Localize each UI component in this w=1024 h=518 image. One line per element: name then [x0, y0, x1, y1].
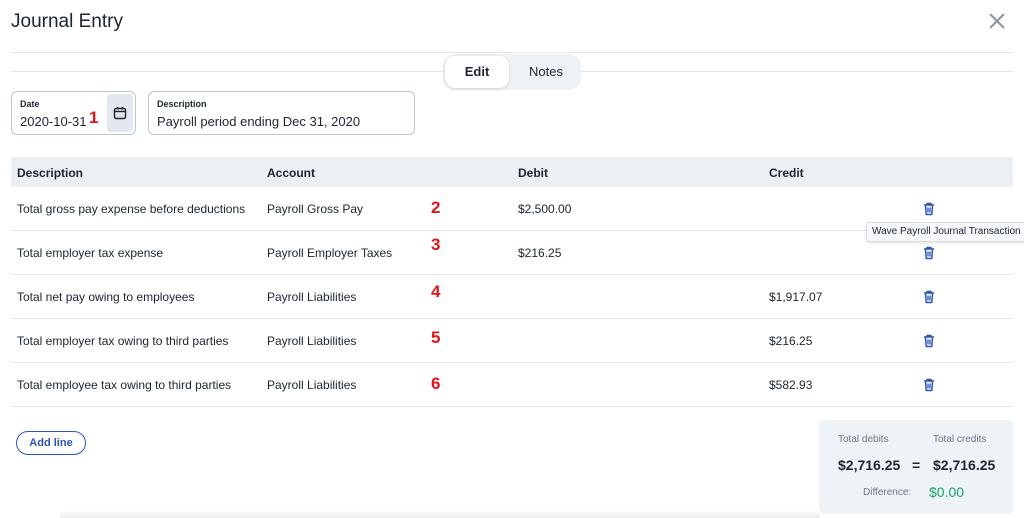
- tab-bar: Edit Notes: [443, 54, 581, 90]
- page-title: Journal Entry: [11, 11, 123, 32]
- description-field[interactable]: Description Payroll period ending Dec 31…: [148, 91, 415, 135]
- row-credit[interactable]: $582.93: [769, 378, 812, 392]
- table-header: Description Account Debit Credit: [11, 157, 1013, 187]
- row-credit[interactable]: $1,917.07: [769, 290, 822, 304]
- header-divider: [11, 52, 1013, 53]
- calendar-button[interactable]: [107, 94, 133, 132]
- add-line-button[interactable]: Add line: [16, 431, 86, 455]
- row-description[interactable]: Total net pay owing to employees: [17, 290, 262, 304]
- column-header-description: Description: [17, 166, 84, 180]
- row-account[interactable]: Payroll Employer Taxes: [267, 246, 427, 260]
- equals-sign: =: [912, 457, 921, 473]
- trash-icon[interactable]: [921, 201, 937, 217]
- table-row: Total net pay owing to employees Payroll…: [11, 275, 1013, 319]
- date-value[interactable]: 2020-10-31: [20, 114, 87, 129]
- difference-label: Difference:: [863, 487, 912, 498]
- table-row: Total employee tax owing to third partie…: [11, 363, 1013, 407]
- table-row: Total employer tax owing to third partie…: [11, 319, 1013, 363]
- column-header-debit: Debit: [518, 166, 548, 180]
- trash-icon[interactable]: [921, 377, 937, 393]
- tooltip: Wave Payroll Journal Transaction: [866, 222, 1024, 242]
- table-row: Total employer tax expense Payroll Emplo…: [11, 231, 1013, 275]
- difference-value: $0.00: [929, 484, 965, 500]
- row-account[interactable]: Payroll Liabilities: [267, 290, 427, 304]
- description-value[interactable]: Payroll period ending Dec 31, 2020: [157, 114, 360, 129]
- column-header-credit: Credit: [769, 166, 804, 180]
- description-label: Description: [157, 99, 207, 109]
- totals-panel: Total debits Total credits $2,716.25 = $…: [819, 420, 1013, 514]
- trash-icon[interactable]: [921, 333, 937, 349]
- total-credits-value: $2,716.25: [933, 457, 996, 473]
- row-account[interactable]: Payroll Gross Pay: [267, 202, 427, 216]
- date-label: Date: [20, 99, 40, 109]
- trash-icon[interactable]: [921, 289, 937, 305]
- row-description[interactable]: Total gross pay expense before deduction…: [17, 202, 262, 216]
- close-icon[interactable]: [985, 9, 1009, 33]
- marker-1: 1: [89, 108, 99, 127]
- trash-icon[interactable]: [921, 245, 937, 261]
- row-account[interactable]: Payroll Liabilities: [267, 334, 427, 348]
- total-credits-label: Total credits: [933, 434, 987, 445]
- table-row: Total gross pay expense before deduction…: [11, 187, 1013, 231]
- marker-4: 4: [431, 282, 441, 301]
- date-field[interactable]: Date 2020-10-31: [11, 91, 136, 135]
- row-debit[interactable]: $216.25: [518, 246, 561, 260]
- calendar-icon: [113, 107, 127, 120]
- marker-6: 6: [431, 374, 441, 393]
- marker-2: 2: [431, 198, 441, 217]
- row-description[interactable]: Total employer tax expense: [17, 246, 262, 260]
- bottom-shadow: [60, 510, 820, 518]
- row-debit[interactable]: $2,500.00: [518, 202, 571, 216]
- total-debits-value: $2,716.25: [838, 457, 901, 473]
- modal-header: Journal Entry: [0, 0, 1024, 44]
- total-debits-label: Total debits: [838, 434, 889, 445]
- tab-edit[interactable]: Edit: [445, 56, 509, 88]
- marker-5: 5: [431, 328, 441, 347]
- row-credit[interactable]: $216.25: [769, 334, 812, 348]
- tab-notes[interactable]: Notes: [513, 56, 579, 88]
- row-description[interactable]: Total employer tax owing to third partie…: [17, 334, 262, 348]
- column-header-account: Account: [267, 166, 315, 180]
- row-description[interactable]: Total employee tax owing to third partie…: [17, 378, 262, 392]
- marker-3: 3: [431, 235, 441, 254]
- row-account[interactable]: Payroll Liabilities: [267, 378, 427, 392]
